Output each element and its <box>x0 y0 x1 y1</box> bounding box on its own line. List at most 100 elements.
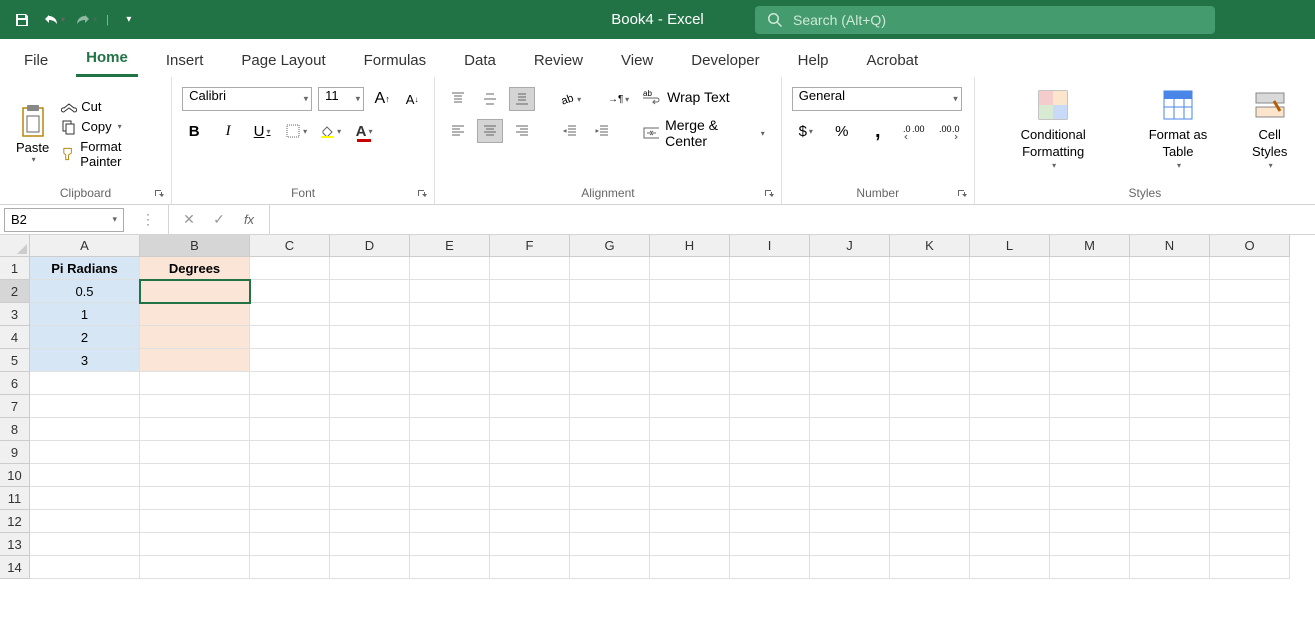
cell[interactable] <box>490 349 570 372</box>
cell[interactable] <box>330 372 410 395</box>
cell-A5[interactable]: 3 <box>30 349 140 372</box>
borders-button[interactable]: ▾ <box>284 119 308 143</box>
cut-button[interactable]: Cut <box>61 99 161 115</box>
decrease-font-button[interactable]: A↓ <box>400 87 424 111</box>
tab-data[interactable]: Data <box>454 44 506 77</box>
cell[interactable] <box>570 533 650 556</box>
cell[interactable] <box>970 441 1050 464</box>
cell[interactable] <box>1210 372 1290 395</box>
cell[interactable] <box>250 326 330 349</box>
cell[interactable] <box>890 303 970 326</box>
cell[interactable] <box>330 556 410 579</box>
cell[interactable] <box>890 464 970 487</box>
cell[interactable] <box>890 257 970 280</box>
cell[interactable] <box>490 395 570 418</box>
cell[interactable] <box>1130 418 1210 441</box>
row-header[interactable]: 1 <box>0 257 30 280</box>
cell[interactable] <box>140 556 250 579</box>
tab-home[interactable]: Home <box>76 41 138 77</box>
paste-button[interactable]: Paste ▾ <box>10 83 55 184</box>
cell[interactable] <box>970 280 1050 303</box>
cell[interactable] <box>730 441 810 464</box>
cell[interactable] <box>570 326 650 349</box>
cell[interactable] <box>890 510 970 533</box>
row-header[interactable]: 13 <box>0 533 30 556</box>
cell[interactable] <box>810 257 890 280</box>
cell[interactable] <box>490 533 570 556</box>
row-header[interactable]: 5 <box>0 349 30 372</box>
font-name-combo[interactable]: Calibri▾ <box>182 87 312 111</box>
cell[interactable] <box>330 487 410 510</box>
cell[interactable] <box>140 510 250 533</box>
clipboard-launcher-icon[interactable] <box>153 188 165 200</box>
cell[interactable] <box>970 487 1050 510</box>
cell[interactable] <box>330 533 410 556</box>
cell[interactable] <box>730 487 810 510</box>
cell[interactable] <box>140 418 250 441</box>
cell[interactable] <box>810 441 890 464</box>
cell-B5[interactable] <box>140 349 250 372</box>
cell[interactable] <box>650 533 730 556</box>
fill-color-button[interactable]: ▾ <box>318 119 342 143</box>
column-header[interactable]: H <box>650 235 730 257</box>
ltr-button[interactable]: →¶▾ <box>605 87 631 111</box>
cell[interactable] <box>730 349 810 372</box>
underline-button[interactable]: U▾ <box>250 119 274 143</box>
cell[interactable] <box>490 556 570 579</box>
cell[interactable] <box>810 303 890 326</box>
increase-font-button[interactable]: A↑ <box>370 87 394 111</box>
cell[interactable] <box>1130 395 1210 418</box>
cell[interactable] <box>30 510 140 533</box>
cell[interactable] <box>490 464 570 487</box>
cell-A2[interactable]: 0.5 <box>30 280 140 303</box>
cell[interactable] <box>410 257 490 280</box>
column-header[interactable]: A <box>30 235 140 257</box>
cell[interactable] <box>1050 441 1130 464</box>
cell[interactable] <box>410 349 490 372</box>
number-format-combo[interactable]: General▾ <box>792 87 962 111</box>
search-box[interactable] <box>755 6 1215 34</box>
cell[interactable] <box>1050 510 1130 533</box>
cell[interactable] <box>890 441 970 464</box>
cell[interactable] <box>30 556 140 579</box>
cell[interactable] <box>970 556 1050 579</box>
cell[interactable] <box>1130 441 1210 464</box>
cell[interactable] <box>490 418 570 441</box>
cell[interactable] <box>1050 303 1130 326</box>
cell[interactable] <box>410 280 490 303</box>
wrap-text-button[interactable]: ab Wrap Text <box>637 87 771 107</box>
cell[interactable] <box>890 349 970 372</box>
name-box[interactable]: B2 ▾ <box>4 208 124 232</box>
cell[interactable] <box>30 441 140 464</box>
cell[interactable] <box>650 556 730 579</box>
column-header[interactable]: G <box>570 235 650 257</box>
cell[interactable] <box>730 257 810 280</box>
row-header[interactable]: 12 <box>0 510 30 533</box>
align-middle-button[interactable] <box>477 87 503 111</box>
save-button[interactable] <box>10 8 34 32</box>
cell[interactable] <box>1050 464 1130 487</box>
accounting-format-button[interactable]: $▾ <box>792 119 820 143</box>
decrease-indent-button[interactable] <box>557 119 583 143</box>
font-size-combo[interactable]: 11▾ <box>318 87 364 111</box>
cell[interactable] <box>890 556 970 579</box>
cell[interactable] <box>970 349 1050 372</box>
cell[interactable] <box>810 533 890 556</box>
qat-customize-button[interactable]: ▾ <box>117 8 141 32</box>
tab-insert[interactable]: Insert <box>156 44 214 77</box>
column-header[interactable]: E <box>410 235 490 257</box>
cell[interactable] <box>810 487 890 510</box>
cell[interactable] <box>410 510 490 533</box>
cell[interactable] <box>1210 418 1290 441</box>
cell[interactable] <box>650 510 730 533</box>
cell[interactable] <box>650 326 730 349</box>
cell[interactable] <box>970 326 1050 349</box>
cell[interactable] <box>970 372 1050 395</box>
cell[interactable] <box>810 280 890 303</box>
cell[interactable] <box>330 326 410 349</box>
cell[interactable] <box>650 280 730 303</box>
cell[interactable] <box>410 326 490 349</box>
column-header[interactable]: K <box>890 235 970 257</box>
column-header[interactable]: L <box>970 235 1050 257</box>
cell[interactable] <box>650 395 730 418</box>
